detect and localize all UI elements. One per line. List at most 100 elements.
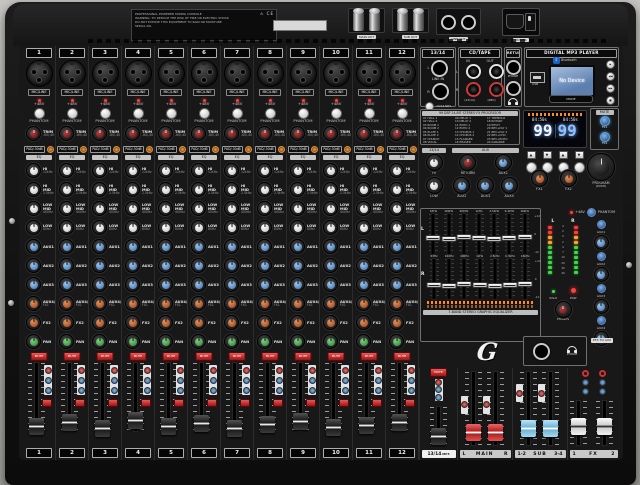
return-jack-1[interactable] <box>506 60 521 75</box>
channel-mute-button[interactable]: MUTE <box>328 352 345 361</box>
channel-aux4-knob[interactable] <box>26 296 41 311</box>
fx1-fader-handle[interactable] <box>571 418 586 435</box>
channel-aux2-knob[interactable] <box>191 258 206 273</box>
xlr-combo-jack[interactable] <box>323 60 350 87</box>
channel-pan-knob[interactable] <box>224 334 239 349</box>
channel-himid-knob[interactable] <box>158 182 173 197</box>
channel-mute-button[interactable]: MUTE <box>262 352 279 361</box>
channel-aux2-knob[interactable] <box>323 258 338 273</box>
xlr-combo-jack[interactable] <box>389 60 416 87</box>
geq-slider-handle[interactable] <box>426 235 441 241</box>
stereo-route-buttons[interactable] <box>435 379 443 401</box>
geq-slider-handle[interactable] <box>442 283 457 289</box>
channel-himid-knob[interactable] <box>125 182 140 197</box>
cd-tape-out-left-rca[interactable] <box>489 64 504 79</box>
channel-aux3-knob[interactable] <box>323 277 338 292</box>
channel-aux4-knob[interactable] <box>125 296 140 311</box>
channel-hi-knob[interactable] <box>92 163 107 178</box>
trim-knob[interactable] <box>389 126 404 141</box>
return-jack-2[interactable] <box>506 81 521 96</box>
channel-aux2-knob[interactable] <box>125 258 140 273</box>
main-right-fader-handle[interactable] <box>488 424 503 441</box>
pfl-button[interactable] <box>174 399 184 407</box>
channel-aux1-knob[interactable] <box>323 239 338 254</box>
channel-fx2-knob[interactable] <box>191 315 206 330</box>
channel-aux1-knob[interactable] <box>26 239 41 254</box>
channel-mute-button[interactable]: MUTE <box>64 352 81 361</box>
route-buttons[interactable] <box>209 365 217 395</box>
channel-himid-knob[interactable] <box>356 182 371 197</box>
pad-button[interactable]: PAD/-30dB <box>123 146 143 153</box>
trim-knob[interactable] <box>323 126 338 141</box>
channel-aux3-knob[interactable] <box>191 277 206 292</box>
fx2-fader-handle[interactable] <box>597 418 612 435</box>
channel-aux2-knob[interactable] <box>158 258 173 273</box>
geq-slider-handle[interactable] <box>487 236 502 242</box>
channel-aux4-knob[interactable] <box>356 296 371 311</box>
pad-button[interactable]: PAD/-30dB <box>189 146 209 153</box>
channel-lowmid-knob[interactable] <box>290 201 305 216</box>
channel-aux1-knob[interactable] <box>290 239 305 254</box>
fx-arrow-button[interactable]: ▼ <box>543 151 552 159</box>
xlr-combo-jack[interactable] <box>125 60 152 87</box>
channel-lowmid-knob[interactable] <box>356 201 371 216</box>
channel-fx2-knob[interactable] <box>290 315 305 330</box>
xlr-combo-jack[interactable] <box>290 60 317 87</box>
channel-fader-handle[interactable] <box>260 416 275 433</box>
aux-send-pre-button[interactable] <box>597 284 606 293</box>
fx-route-buttons[interactable] <box>582 370 606 395</box>
aux3-master-knob[interactable] <box>477 177 494 194</box>
channel-lowmid-knob[interactable] <box>26 201 41 216</box>
channel-aux2-knob[interactable] <box>257 258 272 273</box>
trim-knob[interactable] <box>59 126 74 141</box>
geq-slider-handle[interactable] <box>503 282 518 288</box>
channel-low-knob[interactable] <box>224 220 239 235</box>
line-output-jack[interactable] <box>441 15 456 30</box>
power-switch[interactable] <box>525 13 536 31</box>
aux-send-knob[interactable] <box>594 267 609 282</box>
fx-arrow-button[interactable]: ▲ <box>559 151 568 159</box>
channel-aux2-knob[interactable] <box>290 258 305 273</box>
channel-himid-knob[interactable] <box>26 182 41 197</box>
pad-button[interactable]: PAD/-30dB <box>387 146 407 153</box>
channel-hi-knob[interactable] <box>26 163 41 178</box>
channel-aux4-knob[interactable] <box>389 296 404 311</box>
channel-low-knob[interactable] <box>158 220 173 235</box>
trim-knob[interactable] <box>257 126 272 141</box>
sub-34-fader-handle[interactable] <box>543 420 558 437</box>
channel-himid-knob[interactable] <box>92 182 107 197</box>
aux4-master-knob[interactable] <box>501 177 518 194</box>
channel-mute-button[interactable]: MUTE <box>31 352 48 361</box>
channel-aux1-knob[interactable] <box>224 239 239 254</box>
route-buttons[interactable] <box>308 365 316 395</box>
trim-knob[interactable] <box>158 126 173 141</box>
channel-fx2-knob[interactable] <box>356 315 371 330</box>
channel-lowmid-knob[interactable] <box>92 201 107 216</box>
channel-pan-knob[interactable] <box>323 334 338 349</box>
channel-aux1-knob[interactable] <box>356 239 371 254</box>
channel-mute-button[interactable]: MUTE <box>130 352 147 361</box>
channel-aux4-knob[interactable] <box>323 296 338 311</box>
mp3-mode-switch[interactable]: MODE <box>549 95 593 103</box>
geq-slider-handle[interactable] <box>502 235 517 241</box>
pfl-button[interactable] <box>306 399 316 407</box>
trim-knob[interactable] <box>125 126 140 141</box>
trim-knob[interactable] <box>92 126 107 141</box>
channel-lowmid-knob[interactable] <box>257 201 272 216</box>
mp3-transport-button[interactable]: ■ <box>606 96 615 105</box>
channel-hi-knob[interactable] <box>356 163 371 178</box>
channel-aux3-knob[interactable] <box>290 277 305 292</box>
channel-pan-knob[interactable] <box>257 334 272 349</box>
channel-fader-handle[interactable] <box>359 417 374 434</box>
xlr-combo-jack[interactable] <box>224 60 251 87</box>
channel-mute-button[interactable]: MUTE <box>196 352 213 361</box>
aux-send-knob[interactable] <box>594 235 609 250</box>
geq-slider-handle[interactable] <box>487 283 502 289</box>
channel-mute-button[interactable]: MUTE <box>361 352 378 361</box>
geq-slider-handle[interactable] <box>441 236 456 242</box>
channel-lowmid-knob[interactable] <box>224 201 239 216</box>
channel-fader-handle[interactable] <box>62 414 77 431</box>
channel-fader-handle[interactable] <box>128 412 143 429</box>
channel-fader-handle[interactable] <box>392 414 407 431</box>
sub-12-fader-handle[interactable] <box>521 420 536 437</box>
